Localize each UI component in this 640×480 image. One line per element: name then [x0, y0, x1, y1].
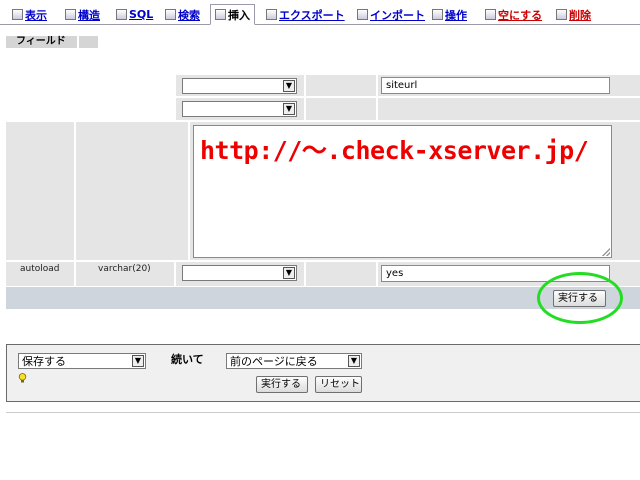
- tab-insert-label: 挿入: [228, 8, 250, 22]
- field-name: autoload: [20, 264, 60, 274]
- drop-icon: [556, 9, 567, 20]
- tab-drop[interactable]: 削除: [556, 6, 591, 23]
- null-cell: [306, 262, 376, 286]
- tab-export[interactable]: エクスポート: [266, 6, 345, 23]
- field-header-label: フィールド: [6, 36, 77, 48]
- tab-drop-label: 削除: [569, 8, 591, 22]
- resize-grip-icon[interactable]: [602, 248, 610, 256]
- tab-import[interactable]: インポート: [357, 6, 425, 23]
- chevron-down-icon: ▼: [348, 355, 360, 367]
- value-cell: [378, 98, 640, 120]
- after-insert-select[interactable]: 前のページに戻る ▼: [226, 353, 362, 369]
- tab-operations-label: 操作: [445, 8, 467, 22]
- insert-icon: [215, 9, 226, 20]
- continue-label: 続いて: [171, 353, 204, 366]
- tab-sql[interactable]: SQL: [116, 6, 153, 23]
- tab-structure[interactable]: 構造: [65, 6, 100, 23]
- tab-browse[interactable]: 表示: [12, 6, 47, 23]
- tab-structure-label: 構造: [78, 8, 100, 22]
- structure-icon: [65, 9, 76, 20]
- function-select[interactable]: ▼: [182, 78, 297, 94]
- chevron-down-icon: ▼: [283, 267, 295, 279]
- tab-sql-label: SQL: [129, 8, 154, 21]
- value-textarea[interactable]: http://〜.check-xserver.jp/: [193, 125, 612, 258]
- tab-import-label: インポート: [370, 8, 425, 22]
- tab-insert[interactable]: 挿入: [210, 4, 255, 25]
- export-icon: [266, 9, 277, 20]
- sql-icon: [116, 9, 127, 20]
- save-select-value: 保存する: [22, 355, 66, 368]
- null-cell: [306, 98, 376, 120]
- chevron-down-icon: ▼: [283, 80, 295, 92]
- value-input[interactable]: siteurl: [381, 77, 610, 94]
- save-select[interactable]: 保存する ▼: [18, 353, 146, 369]
- tab-search-label: 検索: [178, 8, 200, 22]
- lightbulb-icon: [18, 373, 27, 383]
- divider: [6, 412, 640, 413]
- operations-icon: [432, 9, 443, 20]
- browse-icon: [12, 9, 23, 20]
- tab-export-label: エクスポート: [279, 8, 345, 22]
- empty-icon: [485, 9, 496, 20]
- tab-operations[interactable]: 操作: [432, 6, 467, 23]
- reset-button[interactable]: リセット: [315, 376, 362, 393]
- field-header: フィールド: [6, 36, 98, 48]
- tab-bar: 表示 構造 SQL 検索 挿入 エクスポート インポート 操作 空にする 削除: [0, 0, 640, 25]
- function-select[interactable]: ▼: [182, 265, 297, 281]
- chevron-down-icon: ▼: [132, 355, 144, 367]
- tab-browse-label: 表示: [25, 8, 47, 22]
- field-type: varchar(20): [98, 264, 151, 274]
- import-icon: [357, 9, 368, 20]
- tab-empty-label: 空にする: [498, 8, 543, 22]
- after-select-value: 前のページに戻る: [230, 355, 318, 368]
- function-select[interactable]: ▼: [182, 101, 297, 117]
- search-icon: [165, 9, 176, 20]
- tab-search[interactable]: 検索: [165, 6, 200, 23]
- tab-empty[interactable]: 空にする: [485, 6, 542, 23]
- chevron-down-icon: ▼: [283, 103, 295, 115]
- highlight-ring: [537, 272, 623, 324]
- textarea-text: http://〜.check-xserver.jp/: [200, 136, 589, 165]
- null-cell: [306, 75, 376, 96]
- field-cell: [6, 122, 74, 260]
- type-cell: [76, 122, 188, 260]
- bottom-execute-button[interactable]: 実行する: [256, 376, 308, 393]
